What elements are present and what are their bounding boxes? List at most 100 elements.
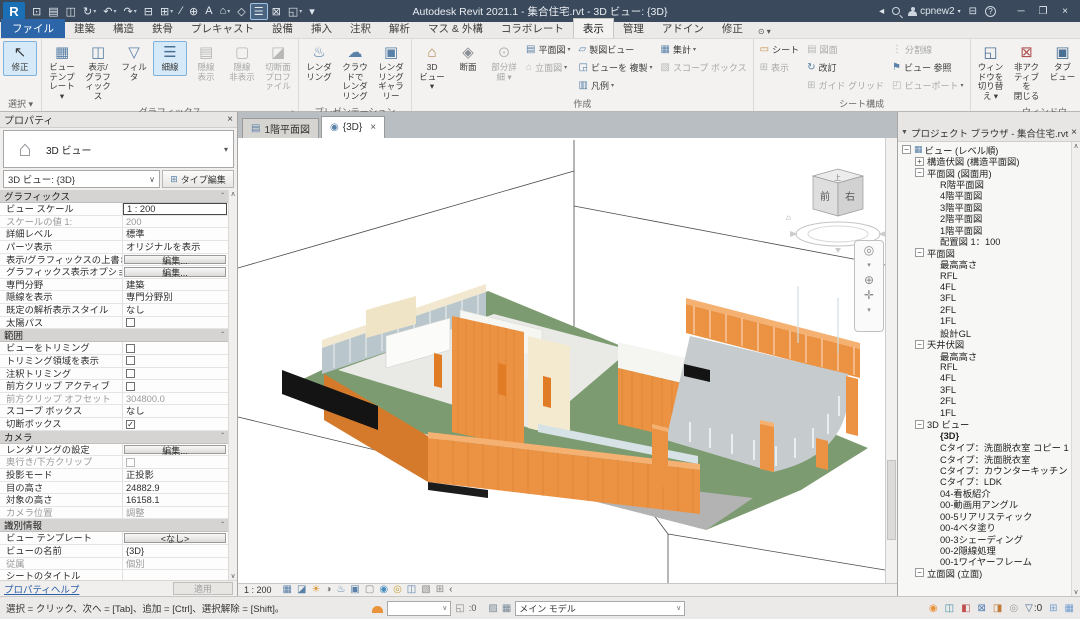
status-corner-a-icon[interactable]: ⊞: [1049, 603, 1057, 614]
tree-toggle-icon[interactable]: −: [902, 145, 911, 154]
browser-close-icon[interactable]: ×: [1071, 127, 1077, 138]
property-value[interactable]: 編集...: [122, 266, 228, 278]
tree-toggle-icon[interactable]: −: [915, 168, 924, 177]
ribbon-tab-建築[interactable]: 建築: [65, 19, 104, 38]
property-checkbox[interactable]: [126, 318, 135, 327]
detail-level-icon[interactable]: ▦: [283, 584, 292, 596]
visibility-graphics-button[interactable]: ◫表示/ グラフィックス: [81, 41, 115, 104]
editable-only-icon[interactable]: ◫: [945, 603, 954, 614]
browser-pin-icon[interactable]: ▼: [901, 129, 908, 136]
tree-item[interactable]: 1FL: [898, 316, 1071, 327]
zoom-icon[interactable]: ⊕: [864, 274, 874, 287]
render-gallery-button[interactable]: ▣レンダリング ギャラリー: [374, 41, 408, 104]
ribbon-display-options[interactable]: ⊙ ▾: [754, 25, 775, 38]
duplicate-view-button[interactable]: ◲ビューを 複製▾: [576, 59, 656, 76]
tree-item[interactable]: 設計GL: [898, 327, 1071, 338]
search-icon[interactable]: [892, 7, 900, 15]
properties-scrollbar[interactable]: ∧∨: [228, 190, 237, 580]
tree-item[interactable]: 2FL: [898, 304, 1071, 315]
filter-icon[interactable]: ▽:0: [1025, 603, 1042, 614]
ribbon-tab-構造[interactable]: 構造: [104, 19, 143, 38]
ribbon-tab-プレキャスト[interactable]: プレキャスト: [182, 19, 263, 38]
property-value[interactable]: [122, 317, 228, 329]
ribbon-tab-注釈[interactable]: 注釈: [341, 19, 380, 38]
property-value[interactable]: なし: [122, 405, 228, 417]
property-value[interactable]: 16158.1: [122, 494, 228, 506]
worksets-icon[interactable]: [372, 606, 383, 613]
property-value[interactable]: 正投影: [122, 469, 228, 481]
edit-type-button[interactable]: ⊞ タイプ編集: [162, 170, 234, 188]
viewcube-home-icon[interactable]: ⌂: [786, 213, 791, 222]
thin-lines-button[interactable]: ☰細線: [153, 41, 187, 76]
render-in-cloud-button[interactable]: ☁クラウドで レンダリング: [338, 41, 372, 104]
qat-customize-qat-icon[interactable]: ▾: [306, 4, 318, 19]
modify-cursor-button[interactable]: ↖修正: [3, 41, 37, 76]
drawing-canvas[interactable]: ⌂ 上 前 右: [238, 138, 885, 583]
navbar-chevron-icon[interactable]: ▾: [867, 259, 871, 272]
property-value[interactable]: [122, 368, 228, 380]
property-value[interactable]: なし: [122, 304, 228, 316]
tree-item[interactable]: −3D ビュー: [898, 419, 1071, 430]
property-value[interactable]: オリジナルを表示: [122, 241, 228, 253]
property-value[interactable]: <なし>: [122, 532, 228, 544]
help-icon[interactable]: ?: [985, 6, 996, 17]
crop-view-icon[interactable]: ▣: [350, 584, 359, 596]
visual-style-icon[interactable]: ◪: [297, 584, 306, 596]
property-section-1[interactable]: 範囲ˆ: [0, 329, 228, 342]
ribbon-tab-修正[interactable]: 修正: [713, 19, 752, 38]
view-tab-1階平面図[interactable]: ▤1階平面図: [242, 118, 319, 138]
design-option-selector[interactable]: メイン モデル∨: [515, 601, 685, 616]
tree-item[interactable]: RFL: [898, 270, 1071, 281]
rendering-dialog-icon[interactable]: ♨: [336, 584, 345, 596]
qat-redo-icon[interactable]: ↷▾: [121, 4, 140, 19]
qat-close-hidden-icon[interactable]: ⊠: [269, 4, 284, 19]
qat-undo-icon[interactable]: ↶▾: [100, 4, 119, 19]
minimize-button[interactable]: ─: [1010, 2, 1032, 20]
property-value[interactable]: 編集...: [122, 444, 228, 456]
worksharing-display-icon[interactable]: ◉: [929, 603, 938, 614]
property-value[interactable]: 24882.9: [122, 482, 228, 494]
tree-toggle-icon[interactable]: +: [915, 157, 924, 166]
tree-item[interactable]: −平面図 (図面用): [898, 167, 1071, 178]
cut-wall[interactable]: [452, 316, 524, 448]
tab-views-button[interactable]: ▣タブ ビュー: [1046, 41, 1080, 85]
qat-sync-icon[interactable]: ↻▾: [80, 4, 99, 19]
property-value[interactable]: 建築: [122, 279, 228, 291]
ribbon-tab-マス & 外構[interactable]: マス & 外構: [419, 19, 492, 38]
qat-thin-lines-icon[interactable]: ☰: [250, 3, 268, 20]
ribbon-tab-アドイン[interactable]: アドイン: [653, 19, 713, 38]
property-section-3[interactable]: 識別情報ˆ: [0, 519, 228, 532]
ribbon-tab-解析[interactable]: 解析: [380, 19, 419, 38]
view-scale-button[interactable]: 1 : 200: [244, 585, 272, 595]
pan-icon[interactable]: ✛: [864, 289, 874, 302]
property-value[interactable]: ✓: [122, 418, 228, 430]
type-selector[interactable]: ⌂ 3D ビュー ▾: [3, 130, 234, 168]
section-collapse-icon[interactable]: ˆ: [221, 432, 224, 441]
ribbon-tab-表示[interactable]: 表示: [573, 18, 614, 38]
design-options-icon2[interactable]: ▦: [502, 603, 511, 614]
close-button[interactable]: ×: [1054, 2, 1076, 20]
navbar-chevron2-icon[interactable]: ▾: [867, 304, 871, 317]
qat-tag-icon[interactable]: ⊕: [186, 4, 201, 19]
sun-path-icon[interactable]: ☀: [311, 584, 320, 596]
qat-section-icon[interactable]: ◇: [234, 4, 248, 19]
section-collapse-icon[interactable]: ˆ: [221, 521, 224, 530]
infocenter-collapse-icon[interactable]: ◂: [879, 6, 884, 17]
tree-toggle-icon[interactable]: −: [915, 420, 924, 429]
tree-item[interactable]: 配置図 1：100: [898, 236, 1071, 247]
drafting-view-button[interactable]: ▱製図ビュー: [576, 41, 656, 58]
hide-analytical-model-icon[interactable]: ▧: [421, 584, 430, 596]
tree-item[interactable]: 4階平面図: [898, 190, 1071, 201]
property-value[interactable]: [122, 342, 228, 354]
ribbon-tab-管理[interactable]: 管理: [614, 19, 653, 38]
tree-item[interactable]: −立面図 (立面): [898, 567, 1071, 578]
legends-button[interactable]: ▥凡例▾: [576, 77, 656, 94]
switch-windows-button[interactable]: ◱ウィンドウを 切り替え ▾: [974, 41, 1008, 104]
tree-item[interactable]: 最高高さ: [898, 350, 1071, 361]
cut-column[interactable]: [760, 424, 774, 472]
close-request-icon[interactable]: ⊠: [978, 603, 986, 614]
qat-aligned-dimension-icon[interactable]: ∕: [177, 4, 185, 18]
tree-item[interactable]: −天井伏図: [898, 338, 1071, 349]
property-input[interactable]: 1 : 200: [123, 203, 227, 215]
tree-item[interactable]: 3FL: [898, 384, 1071, 395]
